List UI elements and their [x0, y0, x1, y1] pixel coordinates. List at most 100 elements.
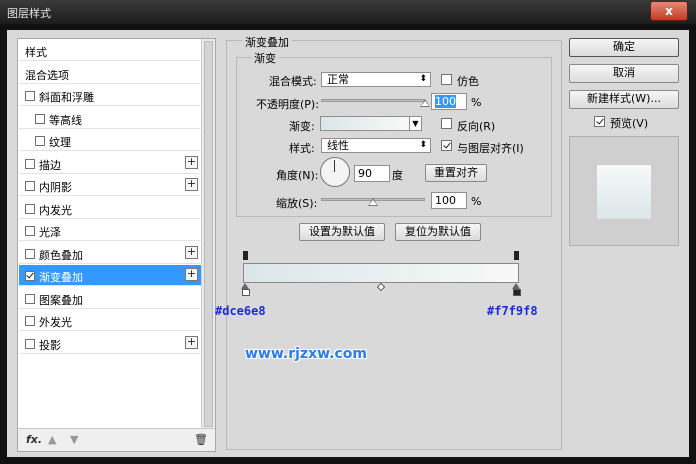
style-checkbox[interactable] — [25, 203, 35, 214]
style-list-item[interactable]: 纹理 — [19, 130, 201, 151]
add-effect-icon[interactable]: + — [185, 268, 198, 281]
style-item-label: 内阴影 — [39, 181, 72, 194]
title-bar: 图层样式 x — [0, 0, 696, 24]
preview-label: 预览(V) — [610, 117, 649, 130]
new-style-button[interactable]: 新建样式(W)... — [569, 90, 679, 109]
style-item-label: 颜色叠加 — [39, 248, 83, 262]
style-checkbox[interactable] — [25, 293, 35, 304]
scale-unit: % — [471, 195, 482, 208]
add-effect-icon[interactable]: + — [185, 335, 198, 349]
style-item-label: 投影 — [39, 338, 61, 352]
blend-mode-select[interactable]: 正常 ⬍ — [321, 72, 431, 87]
style-checkbox[interactable] — [25, 226, 35, 236]
style-list-item[interactable]: 等高线 — [19, 108, 201, 129]
style-list-item[interactable]: 颜色叠加 + — [19, 243, 201, 264]
dither-checkbox[interactable] — [441, 74, 452, 85]
gradient-dropdown-arrow-icon[interactable]: ▼ — [410, 116, 422, 131]
opacity-value: 100 — [435, 95, 456, 108]
style-list-item[interactable]: 斜面和浮雕 — [19, 85, 201, 106]
gradient-preview-bar[interactable] — [243, 263, 519, 283]
style-preview-frame — [569, 136, 679, 246]
scale-label: 缩放(S): — [276, 197, 318, 210]
ok-button[interactable]: 确定 — [569, 38, 679, 57]
scale-input[interactable]: 100 — [431, 192, 467, 209]
add-effect-icon[interactable]: + — [185, 178, 198, 191]
style-checkbox[interactable] — [25, 181, 35, 191]
arrow-up-icon[interactable]: ▲ — [48, 433, 56, 446]
style-item-label: 光泽 — [39, 226, 61, 239]
right-color-stop-box[interactable] — [513, 289, 521, 296]
style-checkbox[interactable] — [35, 136, 45, 146]
style-list-item[interactable]: 内阴影 + — [19, 175, 201, 196]
style-checkbox[interactable] — [25, 271, 35, 281]
style-checkbox[interactable] — [25, 158, 35, 169]
reverse-checkbox[interactable] — [441, 118, 452, 129]
style-preview-swatch — [597, 165, 651, 219]
angle-dial[interactable] — [320, 157, 350, 187]
subsection-title: 渐变 — [251, 50, 279, 66]
angle-dial-needle — [334, 160, 335, 172]
style-checkbox[interactable] — [25, 338, 35, 349]
gradient-label: 渐变: — [289, 120, 315, 133]
style-list-item[interactable]: 内发光 — [19, 198, 201, 219]
reverse-label: 反向(R) — [457, 120, 496, 133]
close-button[interactable]: x — [650, 1, 688, 21]
updown-icon: ⬍ — [419, 140, 427, 150]
updown-icon: ⬍ — [419, 74, 427, 84]
reset-default-button[interactable]: 复位为默认值 — [395, 223, 481, 241]
opacity-slider-thumb[interactable] — [420, 99, 430, 107]
style-checkbox[interactable] — [25, 91, 35, 101]
section-title: 渐变叠加 — [242, 34, 292, 50]
align-layer-label: 与图层对齐(I) — [457, 142, 524, 155]
opacity-slider[interactable] — [321, 99, 425, 102]
style-item-label: 等高线 — [49, 113, 82, 127]
left-opacity-stop[interactable] — [243, 251, 248, 260]
style-list-item[interactable]: 描边 + — [19, 153, 201, 174]
style-list-toolbar: fx. ▲ ▼ 🗑 — [18, 428, 215, 451]
style-list-item[interactable]: 投影 + — [19, 333, 201, 354]
watermark-text: www.rjzxw.com — [245, 346, 367, 362]
scrollbar-thumb[interactable] — [204, 41, 213, 427]
style-list-item[interactable]: 图案叠加 — [19, 288, 201, 309]
left-color-stop-box[interactable] — [242, 289, 250, 296]
window-title: 图层样式 — [7, 7, 51, 20]
scale-slider-thumb[interactable] — [368, 198, 378, 206]
style-list-item[interactable]: 光泽 — [19, 220, 201, 241]
add-effect-icon[interactable]: + — [185, 155, 198, 169]
layer-style-dialog: 图层样式 x 样式混合选项 斜面和浮雕等高线纹理描边 + 内阴影 + 内发光光泽颜色叠加 +… — [0, 0, 696, 464]
angle-input[interactable]: 90 — [354, 165, 390, 182]
style-checkbox[interactable] — [35, 113, 45, 124]
add-effect-icon[interactable]: + — [185, 245, 198, 259]
blend-mode-label: 混合模式: — [269, 75, 317, 88]
style-item-label: 纹理 — [49, 136, 71, 149]
trash-icon[interactable]: 🗑 — [194, 433, 208, 446]
dither-label: 仿色 — [457, 75, 479, 88]
style-list-item[interactable]: 样式 — [19, 40, 201, 61]
gradient-swatch[interactable] — [320, 116, 410, 131]
style-list-item[interactable]: 渐变叠加 + — [19, 265, 201, 286]
fx-button[interactable]: fx. — [26, 433, 42, 446]
style-list-item[interactable]: 外发光 — [19, 310, 201, 331]
style-checkbox[interactable] — [25, 316, 35, 326]
angle-label: 角度(N): — [276, 169, 319, 182]
reset-align-button[interactable]: 重置对齐 — [425, 164, 487, 182]
style-list-scrollbar[interactable] — [201, 39, 215, 429]
style-list-panel: 样式混合选项 斜面和浮雕等高线纹理描边 + 内阴影 + 内发光光泽颜色叠加 + 渐变叠加 + 图案… — [17, 38, 216, 452]
style-value: 线性 — [327, 139, 349, 152]
style-item-label: 样式 — [25, 46, 47, 59]
right-opacity-stop[interactable] — [514, 251, 519, 260]
style-select[interactable]: 线性 ⬍ — [321, 138, 431, 153]
style-list-item[interactable]: 混合选项 — [19, 63, 201, 84]
opacity-input[interactable]: 100 — [431, 93, 467, 110]
preview-checkbox[interactable] — [594, 116, 605, 127]
set-default-button[interactable]: 设置为默认值 — [299, 223, 385, 241]
angle-unit: 度 — [392, 169, 403, 182]
opacity-label: 不透明度(P): — [256, 98, 319, 111]
style-item-label: 内发光 — [39, 203, 72, 217]
arrow-down-icon[interactable]: ▼ — [70, 433, 78, 446]
cancel-button[interactable]: 取消 — [569, 64, 679, 83]
align-layer-checkbox[interactable] — [441, 140, 452, 151]
style-item-label: 渐变叠加 — [39, 271, 83, 284]
style-label: 样式: — [289, 142, 315, 155]
style-checkbox[interactable] — [25, 248, 35, 259]
